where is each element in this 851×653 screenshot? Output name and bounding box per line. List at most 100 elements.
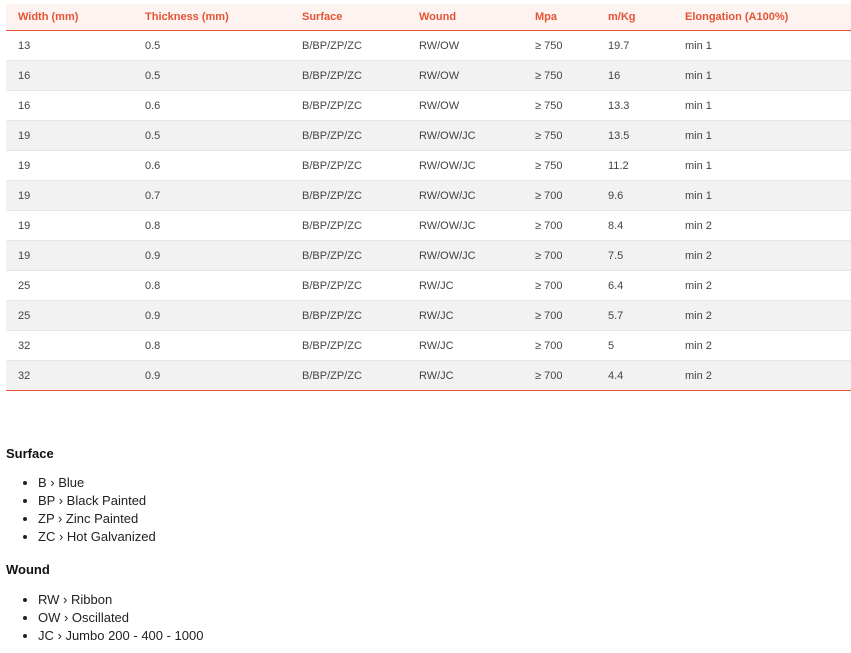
cell-width: 19 [6, 150, 133, 181]
wound-legend-title: Wound [6, 562, 50, 577]
cell-mpa: ≥ 700 [523, 240, 596, 271]
table-row: 16 0.6 B/BP/ZP/ZC RW/OW ≥ 750 13.3 min 1 [6, 90, 851, 121]
table-header-row: Width (mm) Thickness (mm) Surface Wound … [6, 4, 851, 31]
cell-elongation: min 1 [673, 180, 851, 211]
table-row: 25 0.9 B/BP/ZP/ZC RW/JC ≥ 700 5.7 min 2 [6, 300, 851, 331]
cell-thickness: 0.8 [133, 210, 290, 241]
cell-elongation: min 2 [673, 300, 851, 331]
cell-mpa: ≥ 700 [523, 180, 596, 211]
cell-width: 25 [6, 270, 133, 301]
col-header-mpa: Mpa [523, 4, 596, 31]
cell-m-per-kg: 5.7 [596, 300, 673, 331]
cell-wound: RW/OW/JC [407, 210, 523, 241]
spec-table: Width (mm) Thickness (mm) Surface Wound … [6, 4, 851, 391]
cell-width: 19 [6, 120, 133, 151]
table-row: 19 0.9 B/BP/ZP/ZC RW/OW/JC ≥ 700 7.5 min 2 [6, 240, 851, 271]
cell-elongation: min 2 [673, 210, 851, 241]
cell-wound: RW/JC [407, 270, 523, 301]
cell-mpa: ≥ 750 [523, 120, 596, 151]
legend-item: RW › Ribbon [38, 591, 203, 609]
cell-surface: B/BP/ZP/ZC [290, 90, 407, 121]
cell-wound: RW/OW/JC [407, 240, 523, 271]
wound-legend: Wound RW › Ribbon OW › Oscillated JC › J… [6, 562, 203, 645]
cell-surface: B/BP/ZP/ZC [290, 120, 407, 151]
legend-item: JC › Jumbo 200 - 400 - 1000 [38, 627, 203, 645]
cell-thickness: 0.6 [133, 90, 290, 121]
table-row: 19 0.5 B/BP/ZP/ZC RW/OW/JC ≥ 750 13.5 min 1 [6, 120, 851, 151]
table-body: 13 0.5 B/BP/ZP/ZC RW/OW ≥ 750 19.7 min 1 16 0.5 B… [6, 30, 851, 391]
cell-surface: B/BP/ZP/ZC [290, 180, 407, 211]
cell-width: 32 [6, 360, 133, 391]
cell-elongation: min 1 [673, 120, 851, 151]
cell-m-per-kg: 7.5 [596, 240, 673, 271]
cell-width: 13 [6, 30, 133, 61]
col-header-wound: Wound [407, 4, 523, 31]
surface-legend-list: B › Blue BP › Black Painted ZP › Zinc Pa… [6, 474, 156, 546]
cell-mpa: ≥ 750 [523, 60, 596, 91]
table-row: 13 0.5 B/BP/ZP/ZC RW/OW ≥ 750 19.7 min 1 [6, 30, 851, 61]
cell-thickness: 0.6 [133, 150, 290, 181]
cell-width: 25 [6, 300, 133, 331]
col-header-m-per-kg: m/Kg [596, 4, 673, 31]
cell-surface: B/BP/ZP/ZC [290, 60, 407, 91]
cell-wound: RW/OW/JC [407, 150, 523, 181]
cell-m-per-kg: 11.2 [596, 150, 673, 181]
cell-elongation: min 1 [673, 90, 851, 121]
cell-m-per-kg: 6.4 [596, 270, 673, 301]
cell-thickness: 0.5 [133, 60, 290, 91]
cell-thickness: 0.9 [133, 240, 290, 271]
cell-surface: B/BP/ZP/ZC [290, 270, 407, 301]
legend-item: ZP › Zinc Painted [38, 510, 156, 528]
cell-m-per-kg: 9.6 [596, 180, 673, 211]
cell-thickness: 0.8 [133, 330, 290, 361]
cell-wound: RW/OW [407, 90, 523, 121]
cell-elongation: min 2 [673, 360, 851, 391]
cell-mpa: ≥ 700 [523, 360, 596, 391]
cell-mpa: ≥ 700 [523, 270, 596, 301]
cell-mpa: ≥ 700 [523, 210, 596, 241]
legend-item: B › Blue [38, 474, 156, 492]
cell-wound: RW/OW [407, 30, 523, 61]
cell-wound: RW/JC [407, 360, 523, 391]
col-header-elongation: Elongation (A100%) [673, 4, 851, 31]
cell-m-per-kg: 19.7 [596, 30, 673, 61]
surface-legend-title: Surface [6, 446, 54, 461]
cell-m-per-kg: 8.4 [596, 210, 673, 241]
cell-width: 32 [6, 330, 133, 361]
cell-elongation: min 2 [673, 270, 851, 301]
cell-wound: RW/OW [407, 60, 523, 91]
wound-legend-list: RW › Ribbon OW › Oscillated JC › Jumbo 2… [6, 591, 203, 645]
cell-elongation: min 1 [673, 150, 851, 181]
legend-item: BP › Black Painted [38, 492, 156, 510]
cell-wound: RW/JC [407, 300, 523, 331]
cell-m-per-kg: 4.4 [596, 360, 673, 391]
legend-item: ZC › Hot Galvanized [38, 528, 156, 546]
cell-surface: B/BP/ZP/ZC [290, 300, 407, 331]
cell-mpa: ≥ 700 [523, 300, 596, 331]
cell-width: 16 [6, 60, 133, 91]
cell-thickness: 0.5 [133, 120, 290, 151]
cell-m-per-kg: 5 [596, 330, 673, 361]
cell-thickness: 0.5 [133, 30, 290, 61]
cell-thickness: 0.7 [133, 180, 290, 211]
cell-wound: RW/JC [407, 330, 523, 361]
cell-thickness: 0.9 [133, 360, 290, 391]
table-row: 19 0.7 B/BP/ZP/ZC RW/OW/JC ≥ 700 9.6 min 1 [6, 180, 851, 211]
cell-m-per-kg: 13.5 [596, 120, 673, 151]
table-row: 25 0.8 B/BP/ZP/ZC RW/JC ≥ 700 6.4 min 2 [6, 270, 851, 301]
legend-item: OW › Oscillated [38, 609, 203, 627]
cell-elongation: min 1 [673, 60, 851, 91]
cell-m-per-kg: 16 [596, 60, 673, 91]
table-row: 16 0.5 B/BP/ZP/ZC RW/OW ≥ 750 16 min 1 [6, 60, 851, 91]
surface-legend: Surface B › Blue BP › Black Painted ZP ›… [6, 446, 156, 546]
cell-wound: RW/OW/JC [407, 120, 523, 151]
cell-width: 19 [6, 210, 133, 241]
cell-surface: B/BP/ZP/ZC [290, 360, 407, 391]
table-row: 32 0.9 B/BP/ZP/ZC RW/JC ≥ 700 4.4 min 2 [6, 360, 851, 391]
table-row: 32 0.8 B/BP/ZP/ZC RW/JC ≥ 700 5 min 2 [6, 330, 851, 361]
cell-surface: B/BP/ZP/ZC [290, 330, 407, 361]
cell-width: 16 [6, 90, 133, 121]
table-row: 19 0.8 B/BP/ZP/ZC RW/OW/JC ≥ 700 8.4 min 2 [6, 210, 851, 241]
cell-width: 19 [6, 240, 133, 271]
cell-surface: B/BP/ZP/ZC [290, 240, 407, 271]
